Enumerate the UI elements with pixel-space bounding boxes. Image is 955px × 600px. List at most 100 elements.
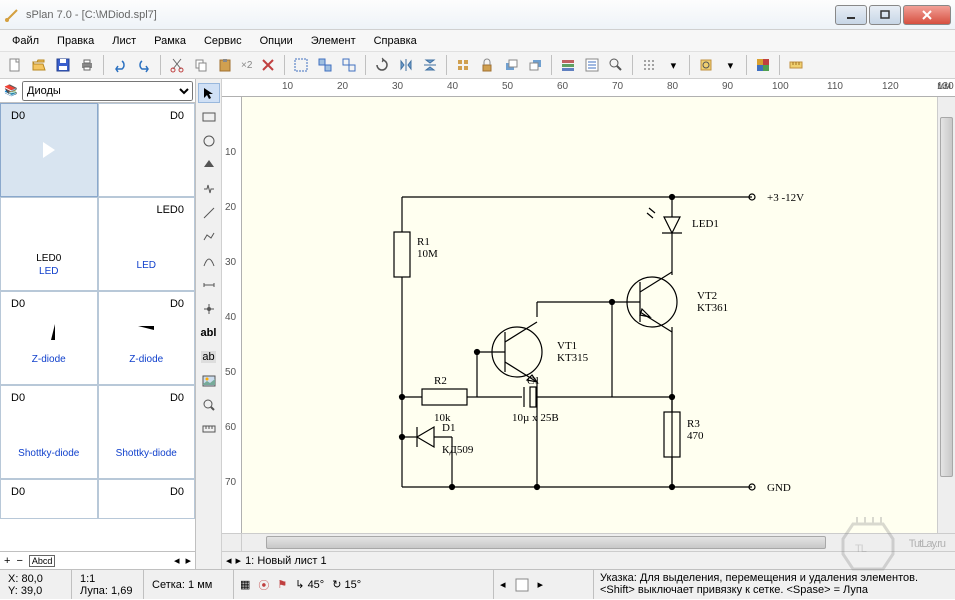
library-item[interactable]: D0 <box>0 479 98 519</box>
search-button[interactable] <box>605 54 627 76</box>
menu-service[interactable]: Сервис <box>196 33 250 49</box>
library-item[interactable]: D0 Shottky-diode <box>0 385 98 479</box>
redo-button[interactable] <box>133 54 155 76</box>
list-button[interactable] <box>581 54 603 76</box>
library-item[interactable]: D0 <box>98 479 196 519</box>
components-button[interactable] <box>557 54 579 76</box>
maximize-button[interactable] <box>869 5 901 25</box>
grid-toggle-icon[interactable]: ▦ <box>240 578 250 591</box>
menu-file[interactable]: Файл <box>4 33 47 49</box>
lock-button[interactable] <box>476 54 498 76</box>
copy-button[interactable] <box>190 54 212 76</box>
remove-icon[interactable]: − <box>16 555 22 567</box>
rotate-icon[interactable]: ↻ 15° <box>332 578 361 591</box>
menu-help[interactable]: Справка <box>366 33 425 49</box>
menu-sheet[interactable]: Лист <box>104 33 144 49</box>
delete-button[interactable] <box>257 54 279 76</box>
to-front-button[interactable] <box>500 54 522 76</box>
tab-prev-icon[interactable]: ◂ <box>226 554 232 567</box>
library-item[interactable]: LED0 LED <box>0 197 98 291</box>
ruler-vertical: 10 20 30 40 50 60 70 <box>222 97 242 533</box>
line-tool[interactable] <box>198 203 220 223</box>
ruler-button[interactable] <box>785 54 807 76</box>
menu-element[interactable]: Элемент <box>303 33 364 49</box>
titlebar: sPlan 7.0 - [C:\MDiod.spl7] <box>0 0 955 30</box>
svg-text:VT2: VT2 <box>697 290 717 302</box>
scrollbar-vertical[interactable] <box>937 97 955 533</box>
menu-frame[interactable]: Рамка <box>146 33 194 49</box>
add-icon[interactable]: + <box>4 555 10 567</box>
open-button[interactable] <box>28 54 50 76</box>
svg-text:R1: R1 <box>417 236 430 248</box>
library-item[interactable]: D0 Shottky-diode <box>98 385 196 479</box>
measure-tool[interactable] <box>198 419 220 439</box>
svg-text:10M: 10M <box>417 248 438 260</box>
dropdown-icon[interactable]: ▾ <box>662 54 684 76</box>
svg-text:KT315: KT315 <box>557 352 589 364</box>
pointer-tool[interactable] <box>198 83 220 103</box>
mirror-h-button[interactable] <box>395 54 417 76</box>
status-grid: Сетка: 1 мм <box>152 579 225 591</box>
library-item[interactable]: D0 Z-diode <box>0 291 98 385</box>
mirror-v-button[interactable] <box>419 54 441 76</box>
right-icon[interactable]: ▸ <box>185 554 191 567</box>
to-back-button[interactable] <box>524 54 546 76</box>
node-tool[interactable] <box>198 299 220 319</box>
tab-next-icon[interactable]: ▸ <box>236 554 242 567</box>
textframe-tool[interactable]: ab <box>198 347 220 367</box>
library-item[interactable]: D0 <box>0 103 98 197</box>
label-icon[interactable]: Abcd <box>29 555 56 567</box>
left-icon[interactable]: ◂ <box>174 554 180 567</box>
canvas-area: 10 20 30 40 50 60 70 80 90 100 110 120 1… <box>222 79 955 569</box>
library-select[interactable]: Диоды <box>22 81 193 101</box>
grid-button[interactable] <box>638 54 660 76</box>
menu-edit[interactable]: Правка <box>49 33 102 49</box>
page-icon[interactable] <box>514 577 530 593</box>
ungroup-button[interactable] <box>338 54 360 76</box>
close-button[interactable] <box>903 5 951 25</box>
bezier-tool[interactable] <box>198 251 220 271</box>
print-button[interactable] <box>76 54 98 76</box>
paste-button[interactable] <box>214 54 236 76</box>
align-button[interactable] <box>452 54 474 76</box>
library-item[interactable]: D0 Z-diode <box>98 291 196 385</box>
text-tool[interactable]: abl <box>198 323 220 343</box>
library-icon[interactable]: 📚 <box>2 84 20 97</box>
status-x: X: 80,0 <box>8 573 63 585</box>
select-all-button[interactable] <box>290 54 312 76</box>
menu-options[interactable]: Опции <box>252 33 301 49</box>
minimize-button[interactable] <box>835 5 867 25</box>
new-button[interactable] <box>4 54 26 76</box>
zoom-tool[interactable] <box>198 395 220 415</box>
library-item[interactable]: LED0 LED <box>98 197 196 291</box>
polygon-tool[interactable] <box>198 155 220 175</box>
angle-icon[interactable]: ↳ 45° <box>295 578 324 591</box>
snap-toggle-icon[interactable]: ⦿ <box>258 577 269 593</box>
flag-icon[interactable]: ⚑ <box>277 578 287 591</box>
svg-text:R3: R3 <box>687 418 700 430</box>
canvas[interactable]: +3 -12V R1 10M LED1 <box>242 97 937 533</box>
cut-button[interactable] <box>166 54 188 76</box>
scrollbar-horizontal[interactable] <box>242 534 937 551</box>
rotate-button[interactable] <box>371 54 393 76</box>
circle-tool[interactable] <box>198 131 220 151</box>
layer-next-icon[interactable]: ▸ <box>538 578 544 591</box>
sheet-tab[interactable]: 1: Новый лист 1 <box>245 555 327 567</box>
color-button[interactable] <box>752 54 774 76</box>
layer-prev-icon[interactable]: ◂ <box>500 578 506 591</box>
svg-text:470: 470 <box>687 430 704 442</box>
special-tool[interactable] <box>198 179 220 199</box>
dimension-tool[interactable] <box>198 275 220 295</box>
rect-tool[interactable] <box>198 107 220 127</box>
polyline-tool[interactable] <box>198 227 220 247</box>
tool-strip: abl ab <box>196 79 222 569</box>
save-button[interactable] <box>52 54 74 76</box>
dropdown-icon[interactable]: ▾ <box>719 54 741 76</box>
group-button[interactable] <box>314 54 336 76</box>
undo-button[interactable] <box>109 54 131 76</box>
zoom-fit-button[interactable] <box>695 54 717 76</box>
library-item[interactable]: D0 <box>98 103 196 197</box>
menubar: Файл Правка Лист Рамка Сервис Опции Элем… <box>0 30 955 51</box>
image-tool[interactable] <box>198 371 220 391</box>
duplicate-button[interactable]: ×2 <box>238 54 255 76</box>
